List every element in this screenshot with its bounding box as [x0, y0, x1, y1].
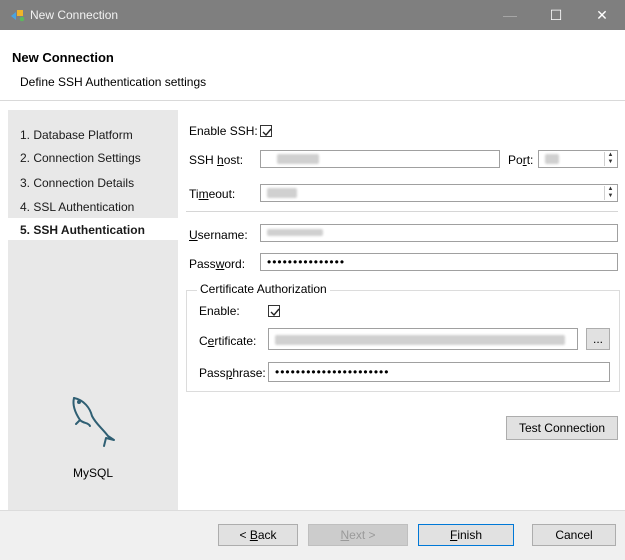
timeout-stepper[interactable]: ▲ ▼: [260, 184, 618, 202]
app-icon: [10, 8, 25, 22]
step-connection-details[interactable]: 3. Connection Details: [20, 176, 134, 190]
finish-button[interactable]: Finish: [418, 524, 514, 546]
separator: [186, 211, 618, 212]
browse-certificate-button[interactable]: ...: [586, 328, 610, 350]
enable-ssh-checkbox[interactable]: [260, 125, 272, 137]
username-input[interactable]: [260, 224, 618, 242]
cert-enable-checkbox[interactable]: [268, 305, 280, 317]
redacted-host: [277, 154, 319, 164]
timeout-label: Timeout:: [189, 187, 236, 201]
minimize-button[interactable]: —: [487, 0, 533, 30]
step-ssh-authentication[interactable]: 5. SSH Authentication: [20, 223, 145, 237]
close-button[interactable]: ✕: [579, 0, 625, 30]
password-input[interactable]: •••••••••••••••: [260, 253, 618, 271]
passphrase-input[interactable]: ••••••••••••••••••••••: [268, 362, 610, 382]
step-connection-settings[interactable]: 2. Connection Settings: [20, 151, 141, 165]
wizard-header: New Connection Define SSH Authentication…: [0, 30, 625, 101]
ssh-host-label: SSH host:: [189, 153, 244, 167]
cancel-button[interactable]: Cancel: [532, 524, 616, 546]
certificate-label: Certificate:: [199, 334, 257, 348]
redacted-username: [267, 229, 323, 236]
redacted-port: [545, 154, 559, 164]
redacted-certificate-path: [275, 335, 565, 345]
password-label: Password:: [189, 257, 246, 271]
step-database-platform[interactable]: 1. Database Platform: [20, 128, 133, 142]
wizard-subtitle: Define SSH Authentication settings: [20, 75, 207, 89]
passphrase-label: Passphrase:: [199, 366, 266, 380]
cert-enable-label: Enable:: [199, 304, 240, 318]
window-title: New Connection: [30, 8, 119, 22]
next-button[interactable]: Next >: [308, 524, 408, 546]
mysql-dolphin-icon: [66, 392, 126, 455]
username-label: Username:: [189, 228, 248, 242]
certificate-group-title: Certificate Authorization: [197, 282, 330, 296]
password-value: •••••••••••••••: [267, 255, 346, 269]
ssh-host-input[interactable]: [260, 150, 500, 168]
timeout-spinner-icon[interactable]: ▲ ▼: [604, 186, 616, 200]
steps-sidebar: 1. Database Platform 2. Connection Setti…: [8, 110, 178, 510]
step-ssl-authentication[interactable]: 4. SSL Authentication: [20, 200, 134, 214]
redacted-timeout: [267, 188, 297, 198]
port-label: Port:: [508, 153, 534, 167]
test-connection-button[interactable]: Test Connection: [506, 416, 618, 440]
certificate-path-input[interactable]: [268, 328, 578, 350]
port-spinner-icon[interactable]: ▲ ▼: [604, 152, 616, 166]
wizard-title: New Connection: [12, 50, 114, 65]
enable-ssh-label: Enable SSH:: [189, 124, 258, 138]
mysql-label: MySQL: [72, 466, 113, 480]
back-button[interactable]: < Back: [218, 524, 298, 546]
passphrase-value: ••••••••••••••••••••••: [275, 365, 390, 379]
maximize-button[interactable]: ☐: [533, 0, 579, 30]
port-stepper[interactable]: ▲ ▼: [538, 150, 618, 168]
title-bar: New Connection — ☐ ✕: [0, 0, 625, 30]
